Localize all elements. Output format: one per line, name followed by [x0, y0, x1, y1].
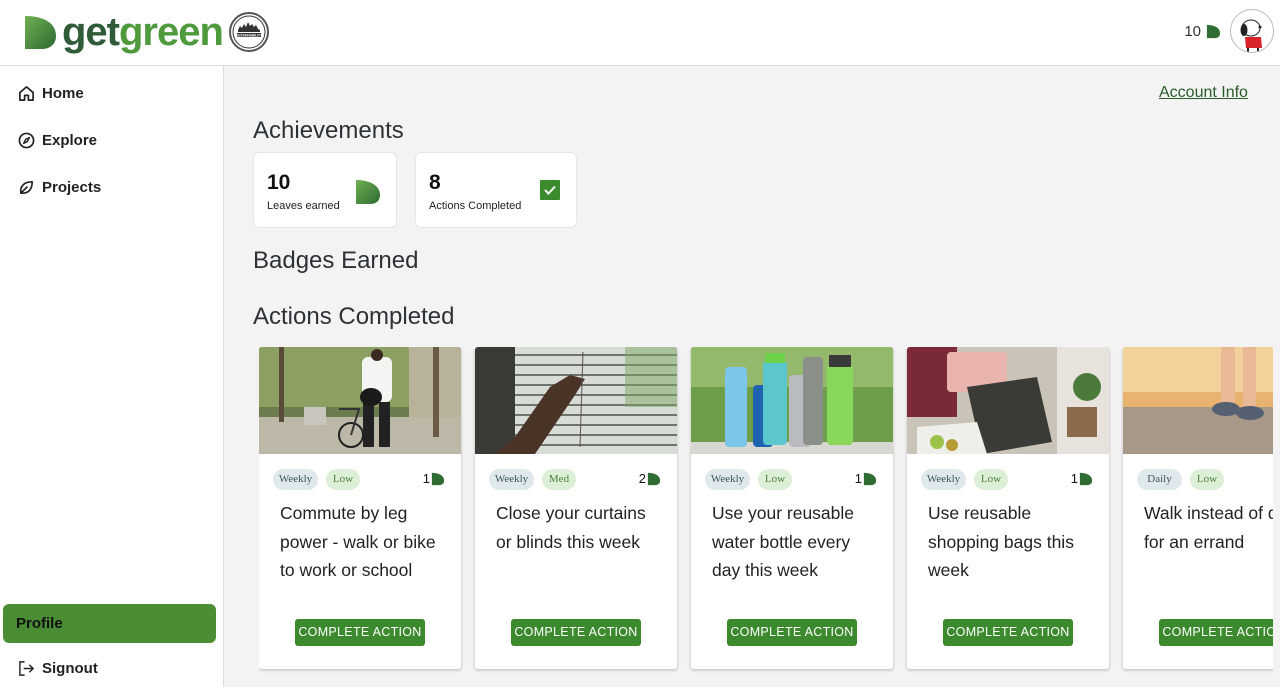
action-card: Weekly Low 1 Use your reusable water bot…	[691, 347, 893, 669]
points-value: 1	[422, 471, 430, 486]
frequency-tag: Weekly	[921, 469, 966, 490]
blinds-photo	[475, 347, 677, 454]
walking-photo	[1123, 347, 1273, 454]
complete-action-button[interactable]: COMPLETE ACTION	[1159, 619, 1273, 646]
sustainability-seal: SUSTAINABILITY	[228, 12, 269, 52]
stat-label: Actions Completed	[429, 200, 522, 212]
signout-label: Signout	[42, 660, 98, 677]
home-icon	[19, 86, 34, 101]
account-info-link[interactable]: Account Info	[1159, 84, 1248, 102]
action-card: Daily Low Walk instead of drive for an e…	[1123, 347, 1273, 669]
seal-text: SUSTAINABILITY	[236, 33, 263, 37]
leaf-icon	[1079, 472, 1093, 485]
action-title: Use reusable shopping bags this week	[928, 503, 1074, 580]
header-leaf-count: 10	[1184, 22, 1201, 40]
leaf-icon	[356, 180, 380, 204]
complete-action-button[interactable]: COMPLETE ACTION	[511, 619, 641, 646]
sidebar-item-label: Explore	[42, 132, 98, 149]
complete-action-button[interactable]: COMPLETE ACTION	[943, 619, 1073, 646]
check-icon	[540, 180, 560, 200]
sidebar-item-explore[interactable]: Explore	[18, 132, 97, 149]
level-tag: Low	[758, 469, 792, 490]
getgreen-logo[interactable]: getgreen SUSTAINABILITY	[22, 12, 269, 52]
snoopy-avatar-icon	[1240, 19, 1262, 52]
frequency-tag: Weekly	[489, 469, 534, 490]
seal-icon: SUSTAINABILITY	[232, 15, 266, 49]
sidebar-item-label: Home	[42, 85, 84, 102]
leaf-icon	[431, 472, 445, 485]
action-card: Weekly Low 1 Use reusable shopping bags …	[907, 347, 1109, 669]
frequency-tag: Weekly	[705, 469, 750, 490]
commute-photo	[259, 347, 461, 454]
logo-leaf-icon	[25, 16, 56, 49]
points-value: 1	[854, 471, 862, 486]
stat-value: 8	[429, 171, 441, 194]
level-tag: Low	[326, 469, 360, 490]
signout-button[interactable]: Signout	[18, 660, 98, 677]
leaf-icon	[863, 472, 877, 485]
sidebar: Home Explore Projects Profile Signout	[0, 66, 224, 687]
leaf-icon	[19, 180, 34, 195]
level-tag: Low	[1190, 469, 1224, 490]
level-tag: Low	[974, 469, 1008, 490]
leaf-icon	[647, 472, 661, 485]
action-title: Use your reusable water bottle every day…	[712, 503, 855, 580]
top-header: getgreen SUSTAINABILITY 10	[0, 0, 1280, 66]
stat-label: Leaves earned	[267, 200, 340, 212]
frequency-tag: Weekly	[273, 469, 318, 490]
sidebar-item-home[interactable]: Home	[18, 85, 84, 102]
stat-value: 10	[267, 171, 291, 194]
action-card: Weekly Low 1 Commute by leg power - walk…	[259, 347, 461, 669]
action-card: Weekly Med 2 Close your curtains or blin…	[475, 347, 677, 669]
badges-earned-title: Badges Earned	[253, 247, 419, 274]
action-title: Commute by leg power - walk or bike to w…	[280, 503, 436, 580]
user-avatar[interactable]	[1230, 9, 1274, 53]
logo-text-green: green	[119, 10, 224, 54]
sidebar-item-label: Projects	[42, 179, 102, 196]
action-title: Close your curtains or blinds this week	[496, 503, 646, 552]
stat-card-leaves: 10 Leaves earned	[253, 152, 397, 228]
sidebar-item-profile[interactable]: Profile	[3, 604, 216, 643]
level-tag: Med	[542, 469, 576, 490]
stat-card-actions: 8 Actions Completed	[415, 152, 577, 228]
frequency-tag: Daily	[1137, 469, 1182, 490]
shopping-bags-photo	[907, 347, 1109, 454]
water-bottles-photo	[691, 347, 893, 454]
points-value: 2	[638, 471, 646, 486]
sidebar-item-projects[interactable]: Projects	[18, 179, 101, 196]
achievements-title: Achievements	[253, 117, 404, 144]
complete-action-button[interactable]: COMPLETE ACTION	[727, 619, 857, 646]
leaf-icon	[1206, 24, 1221, 38]
compass-icon	[18, 132, 35, 149]
logo-text-get: get	[62, 10, 120, 54]
complete-action-button[interactable]: COMPLETE ACTION	[295, 619, 425, 646]
signout-icon	[19, 661, 35, 676]
actions-completed-title: Actions Completed	[253, 303, 455, 330]
action-title: Walk instead of drive for an errand	[1144, 503, 1273, 552]
action-cards-carousel[interactable]: Weekly Low 1 Commute by leg power - walk…	[259, 347, 1273, 687]
points-value: 1	[1070, 471, 1078, 486]
